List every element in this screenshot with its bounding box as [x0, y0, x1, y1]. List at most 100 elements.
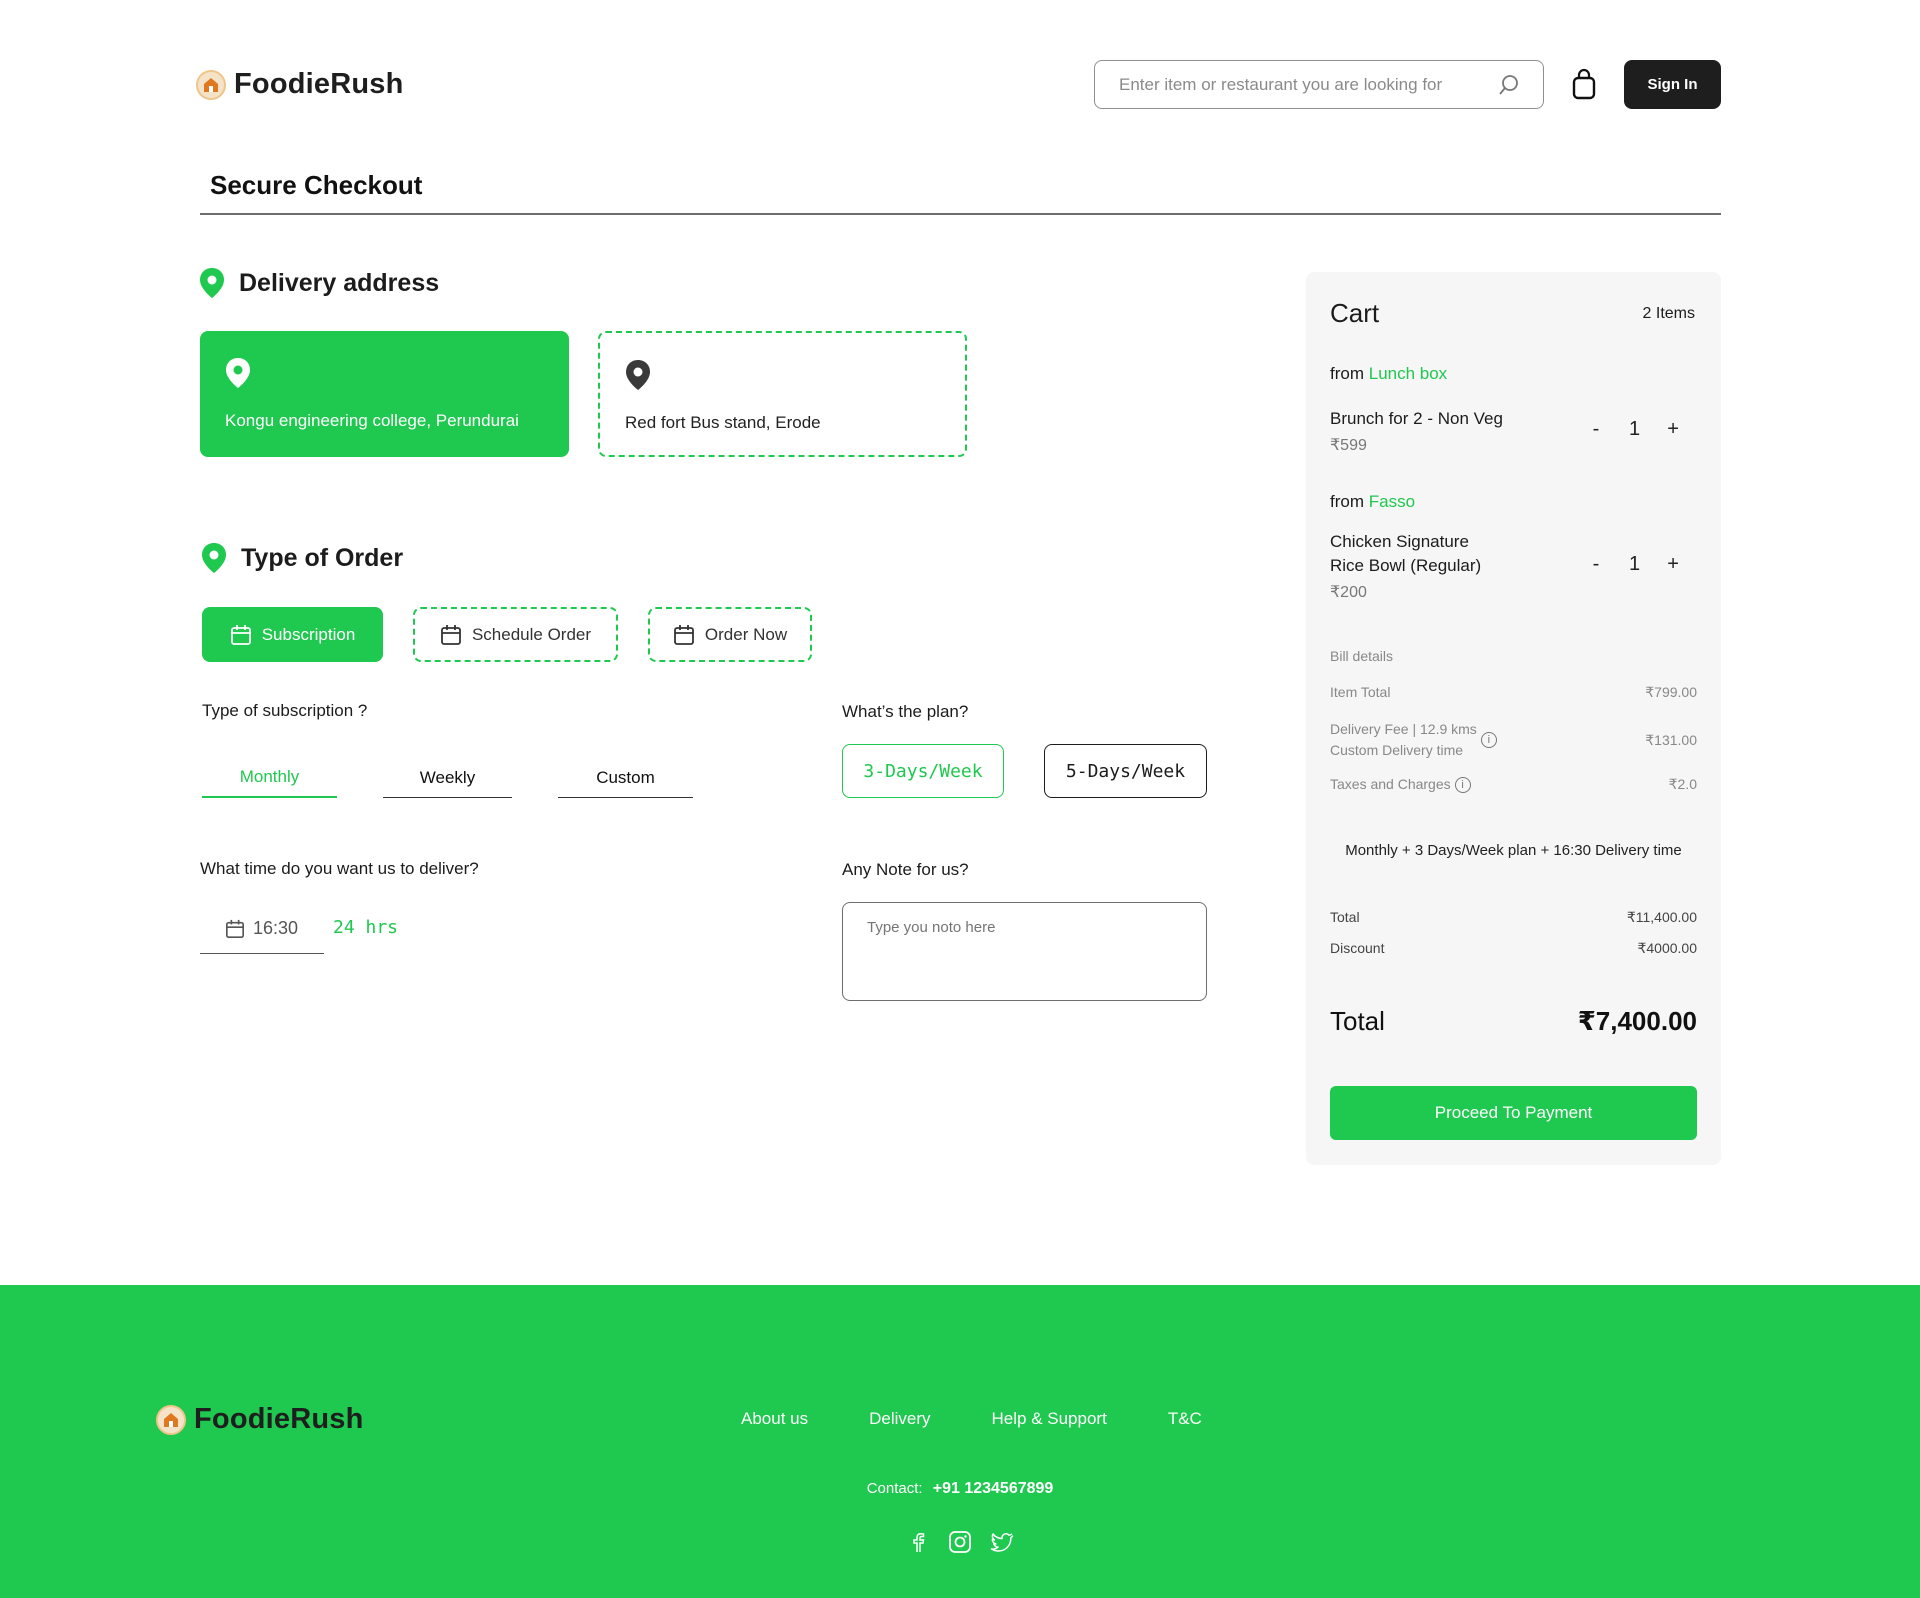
time-format-toggle[interactable]: 24 hrs — [333, 917, 398, 938]
facebook-icon[interactable] — [905, 1529, 931, 1555]
contact-phone[interactable]: +91 1234567899 — [933, 1480, 1054, 1497]
button-label: Order Now — [704, 624, 788, 644]
bill-value: ₹131.00 — [1645, 731, 1697, 748]
grand-total-value: ₹7,400.00 — [1577, 1006, 1697, 1036]
quantity-stepper[interactable]: - 1 + — [1589, 418, 1680, 441]
time-value: 16:30 — [253, 918, 299, 938]
bill-label-block: Delivery Fee | 12.9 kms Custom Delivery … — [1330, 719, 1477, 761]
order-now-button[interactable]: Order Now — [648, 607, 812, 662]
bill-label: Delivery Fee | 12.9 kms — [1330, 721, 1477, 737]
tab-weekly[interactable]: Weekly — [383, 758, 512, 798]
total-label: Total — [1330, 909, 1360, 925]
logo-icon — [196, 69, 226, 100]
bill-details-heading: Bill details — [1330, 648, 1394, 664]
restaurant-link[interactable]: Lunch box — [1369, 364, 1447, 383]
bill-label-group: Taxes and Charges i — [1330, 776, 1471, 794]
cart-panel: Cart 2 Items from Lunch box Brunch for 2… — [1306, 272, 1721, 1165]
from-text: from — [1330, 364, 1364, 383]
footer-links: About us Delivery Help & Support T&C — [741, 1409, 1202, 1429]
restaurant-link[interactable]: Fasso — [1369, 492, 1415, 511]
instagram-icon[interactable] — [947, 1529, 973, 1555]
bill-row: Delivery Fee | 12.9 kms Custom Delivery … — [1330, 719, 1697, 761]
address-card-selected[interactable]: Kongu engineering college, Perundurai — [200, 331, 569, 457]
total-row: Total ₹11,400.00 — [1330, 909, 1697, 926]
time-picker[interactable]: 16:30 — [200, 904, 324, 954]
bill-label: Item Total — [1330, 684, 1391, 700]
grand-total-label: Total — [1330, 1006, 1385, 1036]
plan-3-days-button[interactable]: 3-Days/Week — [842, 744, 1004, 798]
quantity-value: 1 — [1629, 553, 1641, 575]
total-value: ₹11,400.00 — [1626, 909, 1697, 925]
contact-info: Contact: +91 1234567899 — [0, 1480, 1920, 1498]
cart-item-name: Chicken Signature — [1330, 532, 1469, 551]
discount-row: Discount ₹4000.00 — [1330, 940, 1697, 957]
from-text: from — [1330, 492, 1364, 511]
tab-custom[interactable]: Custom — [558, 758, 693, 798]
location-pin-icon — [626, 360, 650, 390]
location-pin-icon — [226, 358, 250, 388]
delivery-time-label: What time do you want us to deliver? — [200, 859, 479, 878]
title-divider — [200, 213, 1721, 215]
subscription-button[interactable]: Subscription — [202, 607, 383, 662]
footer-brand-logo[interactable]: FoodieRush — [156, 1403, 364, 1436]
bag-icon[interactable] — [1570, 68, 1598, 100]
info-icon[interactable]: i — [1480, 732, 1497, 748]
cart-item-name-line2: Rice Bowl (Regular) — [1330, 556, 1482, 575]
search-icon[interactable] — [1497, 73, 1521, 97]
delivery-address-heading: Delivery address — [199, 267, 439, 299]
bill-value: ₹799.00 — [1645, 684, 1697, 700]
bill-label-sub: Custom Delivery time — [1330, 742, 1464, 758]
footer-link-delivery[interactable]: Delivery — [869, 1409, 930, 1429]
search-input[interactable]: Enter item or restaurant you are looking… — [1119, 75, 1497, 95]
logo-icon — [156, 1404, 186, 1435]
schedule-order-button[interactable]: Schedule Order — [413, 607, 618, 662]
increase-button[interactable]: + — [1666, 418, 1680, 441]
quantity-value: 1 — [1629, 418, 1641, 440]
discount-label: Discount — [1330, 940, 1385, 956]
bill-label: Taxes and Charges — [1330, 776, 1451, 792]
sign-in-button[interactable]: Sign In — [1624, 60, 1721, 109]
subscription-type-label: Type of subscription ? — [202, 701, 368, 720]
increase-button[interactable]: + — [1666, 553, 1680, 576]
grand-total-row: Total ₹7,400.00 — [1330, 1006, 1697, 1037]
calendar-icon — [441, 624, 461, 645]
calendar-icon — [230, 624, 251, 645]
button-label: Schedule Order — [471, 624, 592, 644]
bill-row: Taxes and Charges i ₹2.0 — [1330, 776, 1697, 794]
quantity-stepper[interactable]: - 1 + — [1589, 553, 1680, 576]
twitter-icon[interactable] — [989, 1529, 1015, 1555]
header: FoodieRush Enter item or restaurant you … — [0, 0, 1920, 170]
cart-item-name: Brunch for 2 - Non Veg — [1330, 409, 1503, 428]
discount-value: ₹4000.00 — [1637, 940, 1697, 956]
cart-item-price: ₹200 — [1330, 584, 1367, 601]
location-pin-icon — [200, 268, 224, 298]
plan-5-days-button[interactable]: 5-Days/Week — [1044, 744, 1207, 798]
calendar-icon — [226, 919, 244, 938]
footer-link-help[interactable]: Help & Support — [992, 1409, 1107, 1429]
bill-value: ₹2.0 — [1668, 776, 1697, 793]
info-icon[interactable]: i — [1454, 777, 1471, 794]
note-input[interactable] — [842, 902, 1207, 1001]
cart-title: Cart — [1330, 298, 1380, 328]
bill-label-group: Delivery Fee | 12.9 kms Custom Delivery … — [1330, 719, 1497, 761]
decrease-button[interactable]: - — [1589, 418, 1603, 441]
decrease-button[interactable]: - — [1589, 553, 1603, 576]
proceed-to-payment-button[interactable]: Proceed To Payment — [1330, 1086, 1697, 1140]
location-pin-icon — [202, 543, 226, 573]
search-bar[interactable]: Enter item or restaurant you are looking… — [1094, 60, 1544, 109]
tab-monthly[interactable]: Monthly — [202, 758, 337, 798]
footer-link-terms[interactable]: T&C — [1168, 1409, 1202, 1429]
section-title: Type of Order — [241, 543, 404, 572]
cart-item-count: 2 Items — [1642, 305, 1695, 322]
calendar-icon — [674, 624, 694, 645]
contact-label: Contact: — [866, 1480, 923, 1497]
button-label: Subscription — [261, 624, 356, 644]
brand-name: FoodieRush — [194, 1403, 364, 1435]
footer-link-about[interactable]: About us — [741, 1409, 808, 1429]
plan-summary: Monthly + 3 Days/Week plan + 16:30 Deliv… — [1345, 842, 1682, 859]
address-label: Kongu engineering college, Perundurai — [225, 411, 519, 430]
section-title: Delivery address — [239, 268, 440, 297]
address-card[interactable]: Red fort Bus stand, Erode — [598, 331, 967, 457]
brand-logo[interactable]: FoodieRush — [196, 68, 404, 101]
order-type-heading: Type of Order — [201, 542, 403, 574]
